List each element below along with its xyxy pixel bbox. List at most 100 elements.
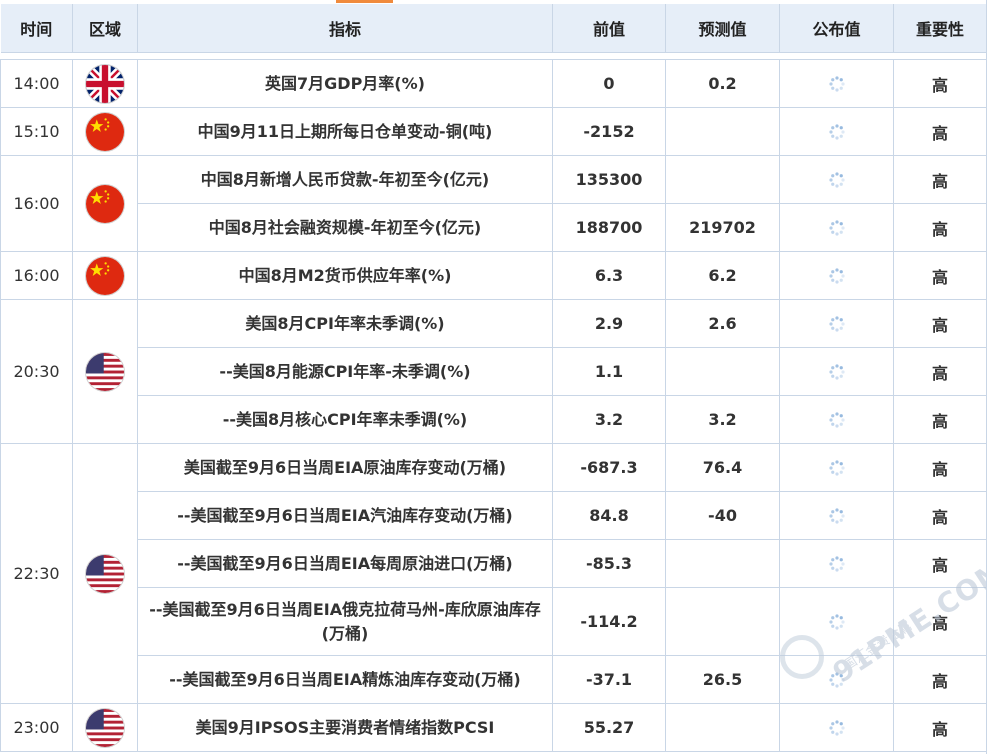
loading-spinner-icon [828, 458, 846, 477]
indicator-name[interactable]: --美国截至9月6日当周EIA每周原油进口(万桶) [137, 539, 553, 588]
loading-spinner-icon [828, 218, 846, 237]
loading-spinner-icon [828, 410, 846, 429]
region-cell [72, 251, 138, 300]
event-time: 20:30 [0, 299, 73, 444]
previous-value: -114.2 [552, 587, 666, 656]
indicator-name[interactable]: --美国截至9月6日当周EIA精炼油库存变动(万桶) [137, 655, 553, 704]
actual-value-cell [779, 203, 894, 252]
table-row: --美国截至9月6日当周EIA俄克拉荷马州-库欣原油库存(万桶) -114.2 高 [1, 587, 987, 656]
actual-value-cell [779, 703, 894, 752]
uk-flag-icon [86, 64, 124, 103]
actual-value-cell [779, 251, 894, 300]
importance-level: 高 [893, 107, 987, 156]
actual-value-cell [779, 59, 894, 108]
loading-spinner-icon [828, 554, 846, 573]
indicator-name[interactable]: --美国截至9月6日当周EIA俄克拉荷马州-库欣原油库存(万桶) [137, 587, 553, 656]
indicator-name[interactable]: 中国9月11日上期所每日仓单变动-铜(吨) [137, 107, 553, 156]
header-region: 区域 [72, 4, 138, 53]
indicator-name[interactable]: 美国9月IPSOS主要消费者情绪指数PCSI [137, 703, 553, 752]
importance-level: 高 [893, 491, 987, 540]
forecast-value [665, 539, 780, 588]
active-tab-indicator [336, 0, 393, 3]
previous-value: 55.27 [552, 703, 666, 752]
header-indicator: 指标 [137, 4, 553, 53]
forecast-value: 76.4 [665, 443, 780, 492]
previous-value: 3.2 [552, 395, 666, 444]
region-cell [72, 443, 138, 704]
table-row: --美国截至9月6日当周EIA精炼油库存变动(万桶) -37.1 26.5 高 [1, 655, 987, 704]
indicator-name[interactable]: 美国8月CPI年率未季调(%) [137, 299, 553, 348]
table-row: 14:00 英国7月GDP月率(%) 0 0.2 高 [0, 59, 987, 108]
forecast-value [665, 347, 780, 396]
importance-level: 高 [893, 347, 987, 396]
previous-value: 135300 [552, 155, 666, 204]
actual-value-cell [779, 107, 894, 156]
importance-level: 高 [893, 703, 987, 752]
actual-value-cell [779, 443, 894, 492]
importance-level: 高 [893, 299, 987, 348]
importance-level: 高 [893, 539, 987, 588]
indicator-name[interactable]: 中国8月M2货币供应年率(%) [137, 251, 553, 300]
forecast-value [665, 587, 780, 656]
header-time: 时间 [0, 4, 73, 53]
actual-value-cell [779, 299, 894, 348]
indicator-name[interactable]: 中国8月社会融资规模-年初至今(亿元) [137, 203, 553, 252]
actual-value-cell [779, 587, 894, 656]
table-row: --美国8月能源CPI年率-未季调(%) 1.1 高 [1, 347, 987, 396]
forecast-value: 3.2 [665, 395, 780, 444]
loading-spinner-icon [828, 612, 846, 631]
table-row: 23:00 美国9月IPSOS主要消费者情绪指数PCSI 55.27 高 [0, 703, 987, 752]
region-cell [72, 59, 138, 108]
actual-value-cell [779, 395, 894, 444]
usa-flag-icon [86, 352, 124, 391]
importance-level: 高 [893, 203, 987, 252]
table-row: 16:00 中国8月M2货币供应年率(%) 6.3 6.2 高 [0, 251, 987, 300]
importance-level: 高 [893, 443, 987, 492]
loading-spinner-icon [828, 362, 846, 381]
indicator-name[interactable]: --美国截至9月6日当周EIA汽油库存变动(万桶) [137, 491, 553, 540]
loading-spinner-icon [828, 718, 846, 737]
indicator-name[interactable]: 中国8月新增人民币贷款-年初至今(亿元) [137, 155, 553, 204]
loading-spinner-icon [828, 506, 846, 525]
previous-value: -687.3 [552, 443, 666, 492]
event-time: 15:10 [0, 107, 73, 156]
forecast-value: -40 [665, 491, 780, 540]
table-row: 20:30 美国8月CPI年率未季调(%) 2.9 2.6 高 [0, 299, 987, 444]
indicator-name[interactable]: 英国7月GDP月率(%) [137, 59, 553, 108]
table-row: 中国8月社会融资规模-年初至今(亿元) 188700 219702 高 [1, 203, 987, 252]
indicator-name[interactable]: --美国8月核心CPI年率未季调(%) [137, 395, 553, 444]
previous-value: -2152 [552, 107, 666, 156]
event-time: 16:00 [0, 251, 73, 300]
previous-value: -37.1 [552, 655, 666, 704]
region-cell [72, 155, 138, 252]
importance-level: 高 [893, 155, 987, 204]
forecast-value: 6.2 [665, 251, 780, 300]
loading-spinner-icon [828, 74, 846, 93]
event-time: 16:00 [0, 155, 73, 252]
importance-level: 高 [893, 251, 987, 300]
actual-value-cell [779, 491, 894, 540]
indicator-name[interactable]: 美国截至9月6日当周EIA原油库存变动(万桶) [137, 443, 553, 492]
table-row: 16:00 中国8月新增人民币贷款-年初至今(亿元) 135300 高 [0, 155, 987, 252]
event-time: 22:30 [0, 443, 73, 704]
forecast-value [665, 155, 780, 204]
loading-spinner-icon [828, 670, 846, 689]
indicator-name[interactable]: --美国8月能源CPI年率-未季调(%) [137, 347, 553, 396]
header-forecast: 预测值 [665, 4, 780, 53]
previous-value: 0 [552, 59, 666, 108]
table-header-row: 时间 区域 指标 前值 预测值 公布值 重要性 [0, 4, 987, 53]
china-flag-icon [86, 112, 124, 151]
usa-flag-icon [86, 554, 124, 593]
table-row: --美国截至9月6日当周EIA每周原油进口(万桶) -85.3 高 [1, 539, 987, 588]
importance-level: 高 [893, 587, 987, 656]
loading-spinner-icon [828, 266, 846, 285]
header-actual: 公布值 [779, 4, 894, 53]
region-cell [72, 703, 138, 752]
forecast-value [665, 107, 780, 156]
header-spacer [0, 52, 987, 60]
loading-spinner-icon [828, 314, 846, 333]
table-row: --美国8月核心CPI年率未季调(%) 3.2 3.2 高 [1, 395, 987, 444]
previous-value: 6.3 [552, 251, 666, 300]
loading-spinner-icon [828, 170, 846, 189]
china-flag-icon [86, 184, 124, 223]
